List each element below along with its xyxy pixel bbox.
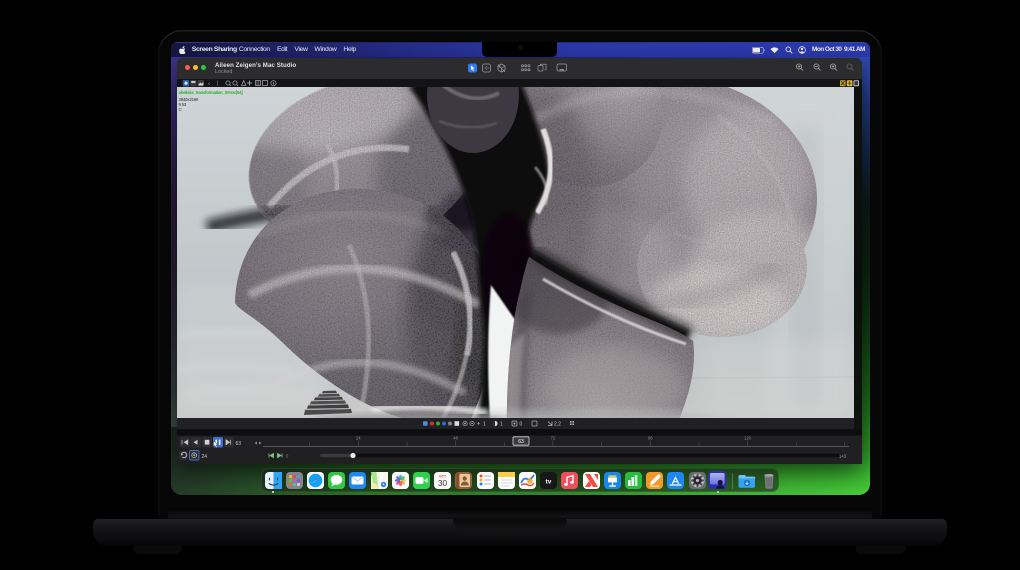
svg-text:0: 0 [520, 422, 523, 428]
svg-text:63: 63 [236, 441, 242, 447]
svg-text:tv: tv [546, 478, 552, 485]
svg-text:96: 96 [648, 435, 653, 440]
svg-text:63: 63 [518, 439, 524, 445]
svg-text:24: 24 [356, 435, 361, 440]
svg-text:72: 72 [551, 435, 556, 440]
svg-text:30: 30 [438, 478, 448, 487]
svg-text:48: 48 [453, 435, 458, 440]
svg-text:24: 24 [202, 453, 208, 459]
svg-text:120: 120 [744, 435, 752, 440]
svg-text:‹: ‹ [208, 80, 210, 87]
svg-text:1: 1 [483, 422, 486, 428]
svg-text:OCT: OCT [439, 474, 447, 478]
svg-text:2.2: 2.2 [554, 422, 561, 428]
svg-text:1: 1 [500, 422, 503, 428]
svg-text:143: 143 [839, 453, 847, 458]
